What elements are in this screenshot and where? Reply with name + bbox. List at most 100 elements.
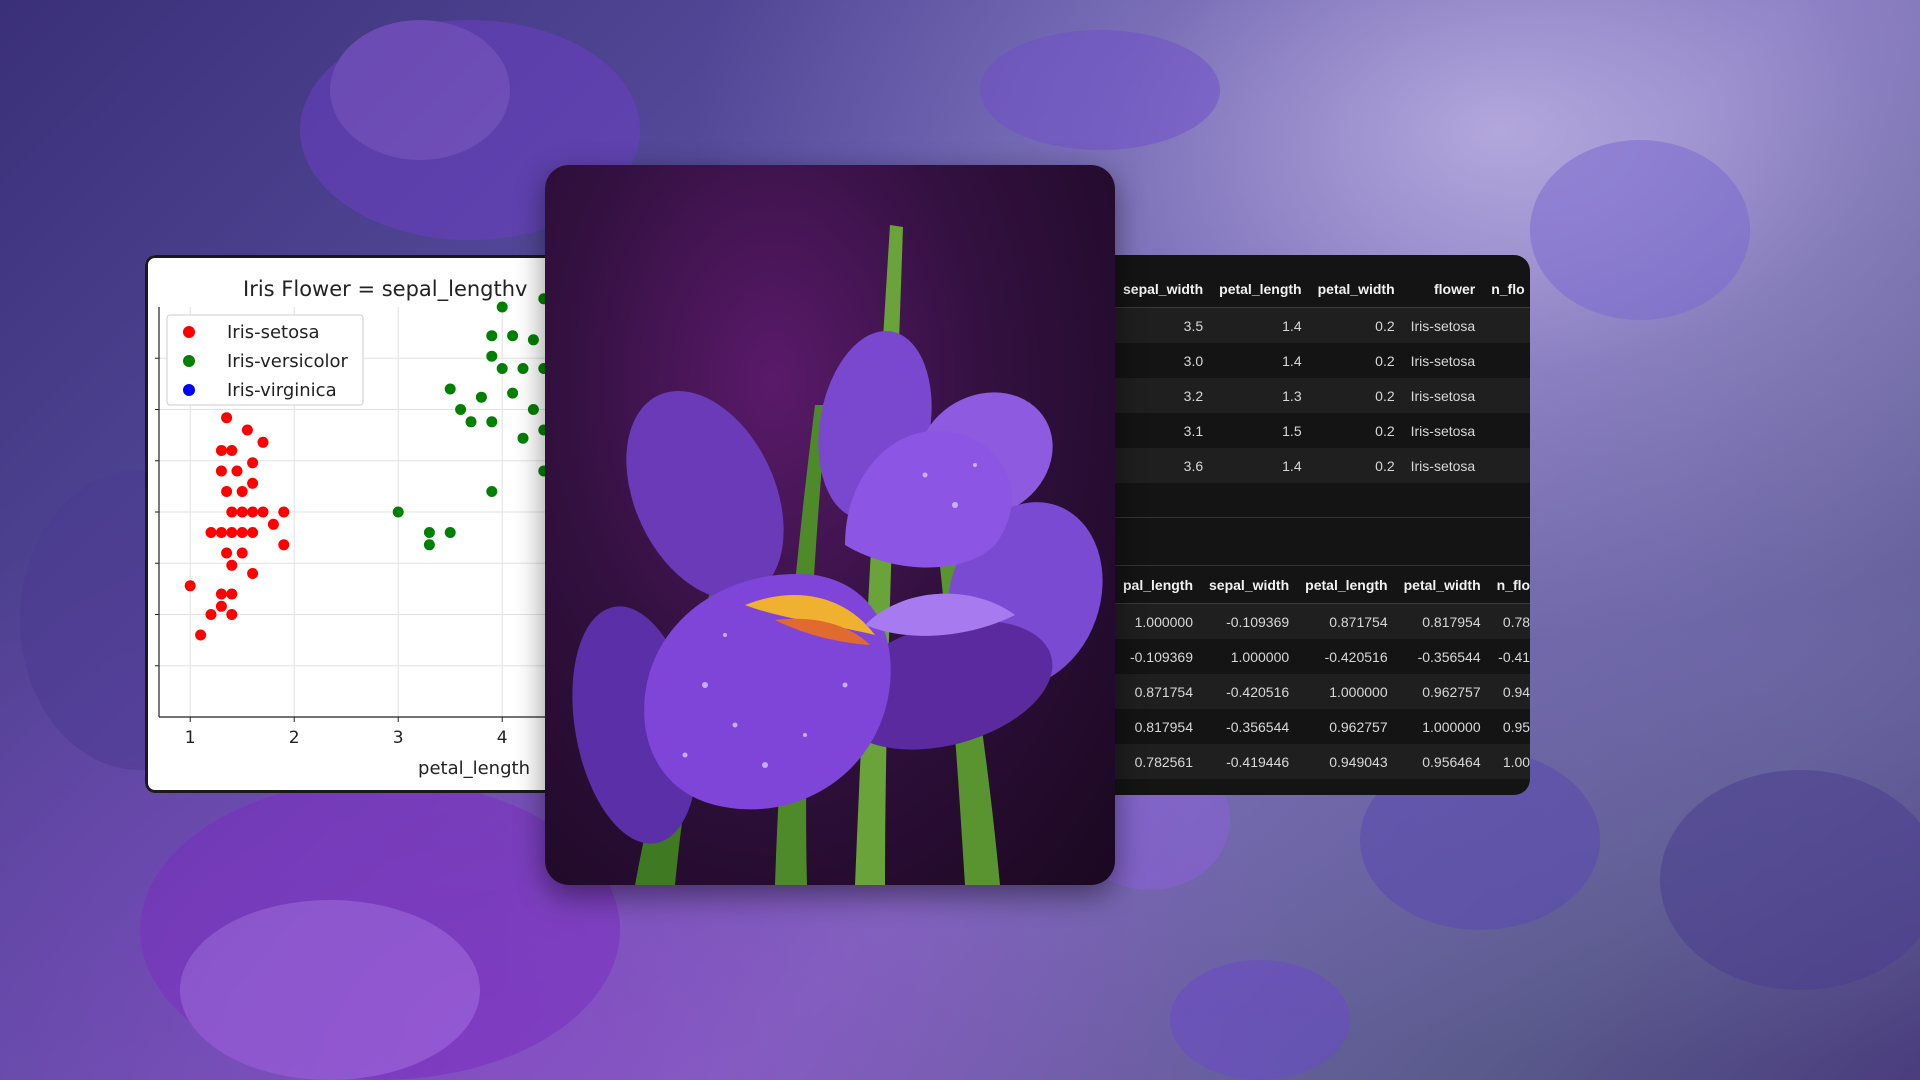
table-row: 3.6 1.4 0.2 Iris-setosa xyxy=(1115,448,1530,483)
data-point xyxy=(221,412,233,424)
legend-marker xyxy=(183,326,195,338)
table-cell: 0.949043 xyxy=(1297,744,1396,779)
table-cell: 0.962757 xyxy=(1329,718,1388,735)
table-cell xyxy=(1483,343,1530,378)
data-point xyxy=(423,527,435,538)
output-divider xyxy=(1070,517,1530,518)
table-cell: 3.0 xyxy=(1183,352,1204,369)
data-point xyxy=(486,486,498,497)
data-point xyxy=(278,506,290,518)
data-point xyxy=(517,363,529,374)
data-point xyxy=(226,527,238,538)
data-point xyxy=(455,404,467,415)
data-point xyxy=(215,588,227,600)
data-point xyxy=(527,404,539,415)
table-cell: 0.2 xyxy=(1309,448,1403,483)
data-point xyxy=(486,350,498,362)
table-cell: Iris-setosa xyxy=(1402,448,1484,483)
data-point xyxy=(236,527,248,538)
data-point xyxy=(241,424,253,436)
table-cell: 1.000000 xyxy=(1422,718,1481,735)
table-cell: 1.4 xyxy=(1282,352,1302,369)
data-point xyxy=(257,506,269,518)
scatter-chart: Iris Flower = sepal_lengthv 1 2 3 4 Iris-se… xyxy=(155,277,570,779)
table-cell: 0.94 xyxy=(1488,674,1530,709)
chart-legend: Iris-setosa Iris-versicolor Iris-virginica xyxy=(166,314,364,406)
data-point xyxy=(423,539,435,551)
x-tick-label: 2 xyxy=(289,728,300,748)
table-cell: 1.000000 xyxy=(1115,603,1202,639)
table-cell: -0.420516 xyxy=(1324,648,1388,665)
x-tick-label: 1 xyxy=(185,728,196,748)
data-point xyxy=(215,465,227,477)
data-point xyxy=(226,609,238,620)
data-point xyxy=(444,383,456,395)
data-point xyxy=(236,486,248,497)
dataframe-output-card: sepal_width petal_length petal_width flo… xyxy=(1070,255,1530,795)
x-tick-label: 4 xyxy=(497,728,508,748)
table-cell: 3.5 xyxy=(1115,307,1212,343)
scatter-chart-card: Iris Flower = sepal_lengthv 1 2 3 4 Iris-se… xyxy=(145,255,570,793)
data-point xyxy=(517,432,529,444)
table-cell: 0.871754 xyxy=(1297,603,1396,639)
data-point xyxy=(215,527,227,538)
iris-flower-image xyxy=(572,225,1103,885)
data-point xyxy=(392,506,404,518)
table-cell: 1.00 xyxy=(1488,744,1530,779)
column-header: petal_length xyxy=(1211,271,1310,308)
legend-label: Iris-setosa xyxy=(227,322,320,343)
table-cell: -0.356544 xyxy=(1417,648,1481,665)
table-cell: Iris-setosa xyxy=(1402,307,1484,343)
table-cell: 3.2 xyxy=(1115,378,1212,413)
data-point xyxy=(184,580,196,592)
dataframe-head-table: sepal_width petal_length petal_width flo… xyxy=(1115,271,1530,483)
table-cell: Iris-setosa xyxy=(1402,378,1484,413)
table-cell: 0.782561 xyxy=(1115,744,1202,779)
data-point xyxy=(267,518,279,530)
table-row: 0.871754 -0.420516 1.000000 0.962757 0.9… xyxy=(1115,674,1530,709)
table-cell: 1.4 xyxy=(1211,448,1310,483)
data-point xyxy=(221,547,233,559)
table-row: -0.109369 1.000000 -0.420516 -0.356544 -… xyxy=(1115,639,1530,674)
data-point xyxy=(226,588,238,600)
table-cell: -0.109369 xyxy=(1129,648,1194,665)
table-cell: 0.95 xyxy=(1502,718,1530,735)
column-header: petal_length xyxy=(1297,567,1396,604)
table-cell: -0.420516 xyxy=(1201,674,1298,709)
table-row: 3.5 1.4 0.2 Iris-setosa xyxy=(1115,307,1530,343)
data-point xyxy=(215,445,227,456)
table-cell: 1.4 xyxy=(1211,307,1310,343)
data-point xyxy=(247,568,259,579)
column-header: n_flo xyxy=(1488,567,1530,604)
table-cell: 0.2 xyxy=(1375,352,1395,369)
table-cell: 0.817954 xyxy=(1395,603,1489,639)
table-cell: 0.78 xyxy=(1488,603,1530,639)
data-point xyxy=(475,391,487,403)
table-cell: 3.1 xyxy=(1183,422,1204,439)
data-point xyxy=(247,457,259,469)
table-cell: 0.2 xyxy=(1309,307,1403,343)
column-header: n_flo xyxy=(1483,271,1530,308)
table-cell xyxy=(1483,413,1530,448)
legend-marker xyxy=(183,384,195,396)
table-row: 3.0 1.4 0.2 Iris-setosa xyxy=(1115,343,1530,378)
iris-flower-photo xyxy=(545,165,1115,885)
x-axis-label: petal_length xyxy=(418,758,530,779)
data-point xyxy=(231,465,243,477)
table-cell xyxy=(1483,448,1530,483)
column-header: pal_length xyxy=(1115,567,1202,604)
table-cell: 1.000000 xyxy=(1230,648,1290,665)
table-cell: 0.962757 xyxy=(1395,674,1489,709)
correlation-table: pal_length sepal_width petal_length peta… xyxy=(1115,567,1530,779)
data-point xyxy=(247,527,259,538)
data-point xyxy=(496,363,508,374)
data-point xyxy=(226,506,238,518)
table-cell xyxy=(1483,307,1530,343)
table-cell: 1.5 xyxy=(1282,422,1302,439)
table-cell: 0.871754 xyxy=(1115,674,1202,709)
column-header: flower xyxy=(1402,271,1484,308)
table-row: 3.1 1.5 0.2 Iris-setosa xyxy=(1115,413,1530,448)
chart-title: Iris Flower = sepal_lengthv xyxy=(243,277,527,302)
data-point xyxy=(486,416,498,428)
output-divider xyxy=(1070,565,1530,566)
